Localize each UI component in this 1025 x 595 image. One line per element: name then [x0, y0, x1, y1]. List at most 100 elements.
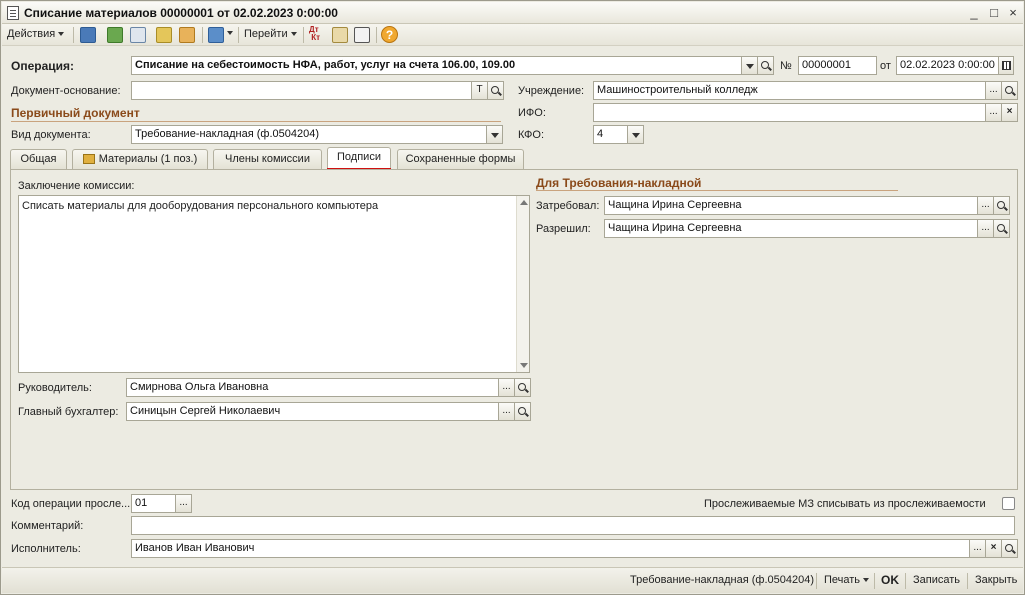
ok-button[interactable]: OK [881, 573, 899, 587]
unpost-icon[interactable] [179, 27, 195, 43]
table-icon [82, 154, 95, 165]
base-doc-type-button[interactable]: T [471, 81, 488, 100]
conclusion-scrollbar[interactable] [516, 196, 529, 372]
structure-icon[interactable] [332, 27, 348, 43]
requisition-title: Для Требования-накладной [536, 176, 702, 190]
calendar-button[interactable] [998, 56, 1014, 75]
executor-clear-button[interactable]: × [985, 539, 1002, 558]
conclusion-textarea[interactable]: Списать материалы для дооборудования пер… [18, 195, 530, 373]
head-search-button[interactable] [514, 378, 531, 397]
command-separator [905, 573, 906, 589]
head-field[interactable]: Смирнова Ольга Ивановна [126, 378, 499, 397]
save-icon[interactable] [80, 27, 96, 43]
tab-general[interactable]: Общая [10, 149, 67, 169]
accountant-field[interactable]: Синицын Сергей Николаевич [126, 402, 499, 421]
title-bar: Списание материалов 00000001 от 02.02.20… [2, 2, 1023, 24]
conclusion-text: Списать материалы для дооборудования пер… [22, 200, 379, 212]
print-menu[interactable]: Печать [824, 574, 870, 586]
ifo-select-button[interactable]: ... [985, 103, 1002, 122]
institution-field[interactable]: Машиностроительный колледж [593, 81, 986, 100]
executor-search-button[interactable] [1001, 539, 1018, 558]
operation-search-button[interactable] [757, 56, 774, 75]
base-doc-label: Документ-основание: [11, 85, 121, 97]
close-button[interactable]: × [1005, 5, 1021, 21]
toolbar-separator [376, 27, 377, 43]
search-icon [491, 86, 499, 94]
allowed-search-button[interactable] [993, 219, 1010, 238]
doc-type-label: Вид документа: [11, 129, 91, 141]
toolbar: Действия Перейти Дт Кт ? [2, 24, 1023, 46]
copy-icon[interactable] [130, 27, 146, 43]
search-icon [997, 224, 1005, 232]
comment-label: Комментарий: [11, 520, 84, 532]
toolbar-separator [238, 27, 239, 43]
actions-menu[interactable]: Действия [7, 28, 65, 40]
tab-commission[interactable]: Члены комиссии [213, 149, 322, 169]
head-select-button[interactable]: ... [498, 378, 515, 397]
operation-field[interactable]: Списание на себестоимость НФА, работ, ус… [131, 56, 742, 75]
search-icon [1005, 544, 1013, 552]
comment-field[interactable] [131, 516, 1015, 535]
doc-type-dropdown-button[interactable] [486, 125, 503, 144]
institution-select-button[interactable]: ... [985, 81, 1002, 100]
accountant-search-button[interactable] [514, 402, 531, 421]
base-doc-field[interactable] [131, 81, 472, 100]
search-icon [761, 61, 769, 69]
number-label: № [780, 60, 792, 72]
scroll-down-icon[interactable] [520, 363, 528, 368]
institution-label: Учреждение: [518, 85, 585, 97]
help-icon[interactable]: ? [381, 26, 398, 43]
allowed-label: Разрешил: [536, 223, 591, 235]
search-icon [518, 407, 526, 415]
close-form-button[interactable]: Закрыть [975, 574, 1017, 586]
section-divider [11, 121, 501, 122]
requested-label: Затребовал: [536, 200, 600, 212]
number-field[interactable]: 00000001 [798, 56, 877, 75]
search-icon [997, 201, 1005, 209]
date-label: от [880, 60, 891, 72]
goto-menu[interactable]: Перейти [244, 28, 297, 40]
documents-dropdown[interactable] [224, 27, 233, 39]
scroll-up-icon[interactable] [520, 200, 528, 205]
requested-field[interactable]: Чащина Ирина Сергеевна [604, 196, 978, 215]
ifo-field[interactable] [593, 103, 986, 122]
search-icon [1005, 86, 1013, 94]
tracking-check-label: Прослеживаемые МЗ списывать из прослежив… [704, 498, 986, 510]
tracking-checkbox[interactable] [1002, 497, 1015, 510]
tab-signatures[interactable]: Подписи [327, 147, 391, 170]
print-form-button[interactable]: Требование-накладная (ф.0504204) [630, 574, 814, 586]
executor-field[interactable]: Иванов Иван Иванович [131, 539, 970, 558]
dt-kt-icon[interactable]: Дт Кт [309, 26, 320, 42]
minimize-button[interactable]: _ [966, 5, 982, 21]
operation-label: Операция: [11, 59, 75, 73]
requested-select-button[interactable]: ... [977, 196, 994, 215]
maximize-button[interactable]: □ [986, 5, 1002, 21]
conclusion-label: Заключение комиссии: [18, 180, 135, 192]
base-doc-search-button[interactable] [487, 81, 504, 100]
tab-saved-forms[interactable]: Сохраненные формы [397, 149, 524, 169]
allowed-select-button[interactable]: ... [977, 219, 994, 238]
refresh-icon[interactable] [107, 27, 123, 43]
operation-dropdown-button[interactable] [741, 56, 758, 75]
post-icon[interactable] [156, 27, 172, 43]
tab-materials[interactable]: Материалы (1 поз.) [72, 149, 208, 169]
documents-icon[interactable] [208, 27, 224, 43]
executor-select-button[interactable]: ... [969, 539, 986, 558]
ifo-clear-button[interactable]: × [1001, 103, 1018, 122]
command-separator [874, 573, 875, 589]
date-field[interactable]: 02.02.2023 0:00:00 [896, 56, 999, 75]
accountant-select-button[interactable]: ... [498, 402, 515, 421]
ifo-label: ИФО: [518, 107, 546, 119]
kfo-field[interactable]: 4 [593, 125, 628, 144]
requested-search-button[interactable] [993, 196, 1010, 215]
doc-type-field[interactable]: Требование-накладная (ф.0504204) [131, 125, 487, 144]
tracking-code-field[interactable]: 01 [131, 494, 176, 513]
tracking-code-label: Код операции просле... [11, 498, 131, 510]
allowed-field[interactable]: Чащина Ирина Сергеевна [604, 219, 978, 238]
institution-search-button[interactable] [1001, 81, 1018, 100]
primary-doc-title: Первичный документ [11, 106, 140, 120]
report-icon[interactable] [354, 27, 370, 43]
tracking-code-select-button[interactable]: ... [175, 494, 192, 513]
save-button[interactable]: Записать [913, 574, 960, 586]
kfo-dropdown-button[interactable] [627, 125, 644, 144]
